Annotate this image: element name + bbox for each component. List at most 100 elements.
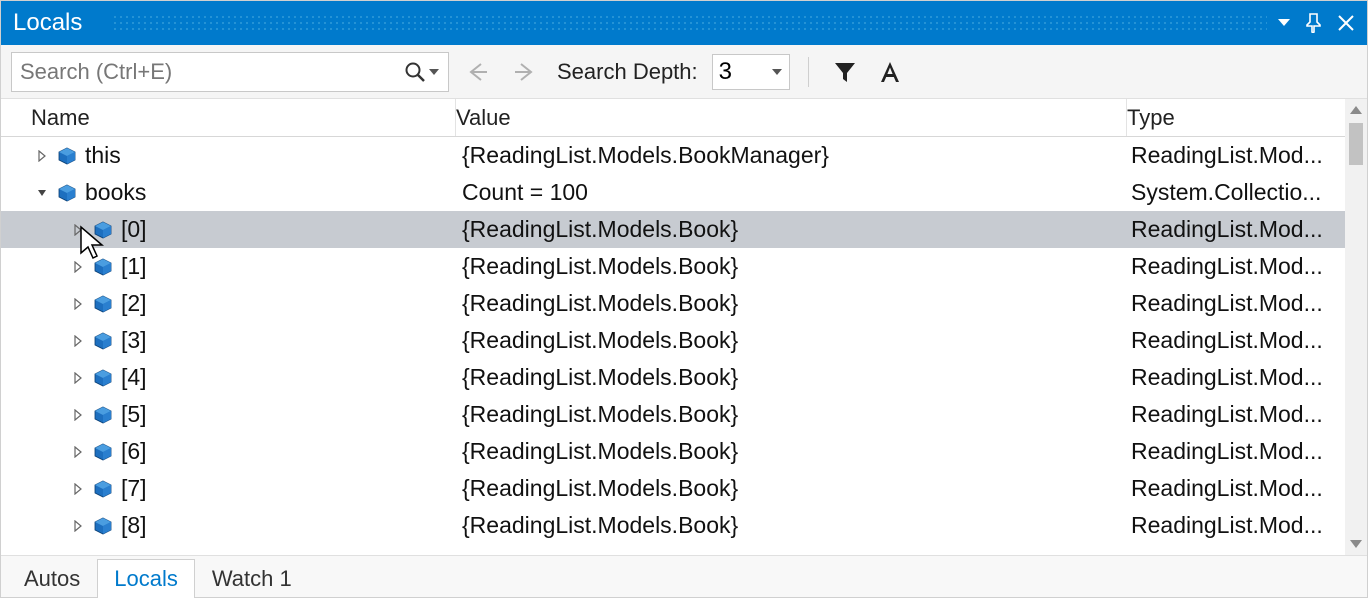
grid-rows: this{ReadingList.Models.BookManager}Read… (1, 137, 1367, 555)
column-header-value[interactable]: Value (456, 99, 1127, 136)
variable-name: [1] (121, 253, 147, 280)
table-row[interactable]: [7] {ReadingList.Models.Book}ReadingList.… (1, 470, 1367, 507)
expander-icon[interactable] (69, 483, 87, 495)
object-icon (57, 183, 77, 203)
text-style-icon[interactable] (871, 59, 909, 85)
variable-type: ReadingList.Mod... (1127, 211, 1367, 248)
search-depth-label: Search Depth: (557, 59, 698, 85)
variable-type: ReadingList.Mod... (1127, 359, 1367, 396)
tab-locals[interactable]: Locals (97, 559, 195, 598)
titlebar-grip[interactable] (112, 14, 1267, 32)
table-row[interactable]: [3]{ReadingList.Models.Book}ReadingList.… (1, 322, 1367, 359)
variable-value[interactable]: Count = 100 (456, 174, 1127, 211)
window-options-icon[interactable] (1277, 18, 1291, 28)
table-row[interactable]: [2] {ReadingList.Models.Book}ReadingList.… (1, 285, 1367, 322)
variable-type: ReadingList.Mod... (1127, 322, 1367, 359)
tab-autos[interactable]: Autos (7, 559, 97, 598)
variable-name: this (85, 142, 121, 169)
search-box[interactable] (11, 52, 449, 92)
expander-icon[interactable] (69, 335, 87, 347)
toolbar: Search Depth: 3 (1, 45, 1367, 99)
object-icon (93, 220, 113, 240)
locals-window: Locals (0, 0, 1368, 598)
table-row[interactable]: this {ReadingList.Models.BookManager}Read… (1, 137, 1367, 174)
variable-name: [5] (121, 401, 147, 428)
variable-value[interactable]: {ReadingList.Models.Book} (456, 322, 1127, 359)
expander-icon[interactable] (69, 261, 87, 273)
tab-watch-1[interactable]: Watch 1 (195, 559, 309, 598)
expander-icon[interactable] (69, 372, 87, 384)
nav-back-icon[interactable] (457, 56, 497, 88)
filter-icon[interactable] (827, 60, 863, 84)
variable-type: ReadingList.Mod... (1127, 396, 1367, 433)
variable-type: System.Collectio... (1127, 174, 1367, 211)
column-header-name[interactable]: Name (1, 99, 456, 136)
debugger-tabs: AutosLocalsWatch 1 (1, 555, 1367, 597)
search-input[interactable] (20, 53, 404, 91)
chevron-down-icon (771, 67, 783, 77)
search-dropdown-icon[interactable] (428, 67, 440, 77)
expander-icon[interactable] (69, 224, 87, 236)
expander-icon[interactable] (69, 409, 87, 421)
scroll-up-icon[interactable] (1345, 99, 1367, 121)
variable-value[interactable]: {ReadingList.Models.Book} (456, 507, 1127, 544)
variable-type: ReadingList.Mod... (1127, 285, 1367, 322)
table-row[interactable]: [6] {ReadingList.Models.Book}ReadingList.… (1, 433, 1367, 470)
toolbar-divider (808, 57, 809, 87)
search-depth-value: 3 (719, 58, 771, 86)
close-icon[interactable] (1337, 14, 1355, 32)
object-icon (93, 442, 113, 462)
variable-name: [4] (121, 364, 147, 391)
table-row[interactable]: [8] {ReadingList.Models.Book}ReadingList.… (1, 507, 1367, 544)
grid-header[interactable]: Name Value Type (1, 99, 1367, 137)
variable-value[interactable]: {ReadingList.Models.Book} (456, 211, 1127, 248)
variable-type: ReadingList.Mod... (1127, 137, 1367, 174)
search-depth-select[interactable]: 3 (712, 54, 790, 90)
nav-forward-icon[interactable] (505, 56, 545, 88)
titlebar-title: Locals (13, 9, 82, 37)
variable-value[interactable]: {ReadingList.Models.Book} (456, 396, 1127, 433)
variable-type: ReadingList.Mod... (1127, 470, 1367, 507)
variable-name: [2] (121, 290, 147, 317)
variable-value[interactable]: {ReadingList.Models.Book} (456, 285, 1127, 322)
expander-icon[interactable] (69, 298, 87, 310)
object-icon (93, 331, 113, 351)
variable-type: ReadingList.Mod... (1127, 248, 1367, 285)
variable-value[interactable]: {ReadingList.Models.Book} (456, 248, 1127, 285)
variable-value[interactable]: {ReadingList.Models.BookManager} (456, 137, 1127, 174)
expander-icon[interactable] (33, 187, 51, 199)
expander-icon[interactable] (69, 446, 87, 458)
pin-icon[interactable] (1305, 13, 1323, 33)
object-icon (93, 516, 113, 536)
variable-type: ReadingList.Mod... (1127, 507, 1367, 544)
scroll-thumb[interactable] (1349, 123, 1363, 165)
search-icon[interactable] (404, 61, 426, 83)
variable-name: [7] (121, 475, 147, 502)
expander-icon[interactable] (69, 520, 87, 532)
object-icon (93, 479, 113, 499)
variable-name: [0] (121, 216, 147, 243)
object-icon (57, 146, 77, 166)
table-row[interactable]: [1] {ReadingList.Models.Book}ReadingList.… (1, 248, 1367, 285)
variable-name: books (85, 179, 146, 206)
variable-name: [8] (121, 512, 147, 539)
scroll-down-icon[interactable] (1345, 533, 1367, 555)
table-row[interactable]: [5] {ReadingList.Models.Book}ReadingList.… (1, 396, 1367, 433)
object-icon (93, 405, 113, 425)
titlebar-controls (1277, 13, 1355, 33)
table-row[interactable]: books Count = 100System.Collectio... (1, 174, 1367, 211)
variable-type: ReadingList.Mod... (1127, 433, 1367, 470)
variable-value[interactable]: {ReadingList.Models.Book} (456, 433, 1127, 470)
vertical-scrollbar[interactable] (1345, 99, 1367, 555)
object-icon (93, 294, 113, 314)
expander-icon[interactable] (33, 150, 51, 162)
variable-value[interactable]: {ReadingList.Models.Book} (456, 359, 1127, 396)
titlebar: Locals (1, 1, 1367, 45)
table-row[interactable]: [0] {ReadingList.Models.Book}ReadingList.… (1, 211, 1367, 248)
column-header-type[interactable]: Type (1127, 99, 1367, 136)
table-row[interactable]: [4] {ReadingList.Models.Book}ReadingList.… (1, 359, 1367, 396)
variable-name: [6] (121, 438, 147, 465)
variable-value[interactable]: {ReadingList.Models.Book} (456, 470, 1127, 507)
object-icon (93, 368, 113, 388)
variables-grid: Name Value Type this {ReadingList.Models.… (1, 99, 1367, 555)
